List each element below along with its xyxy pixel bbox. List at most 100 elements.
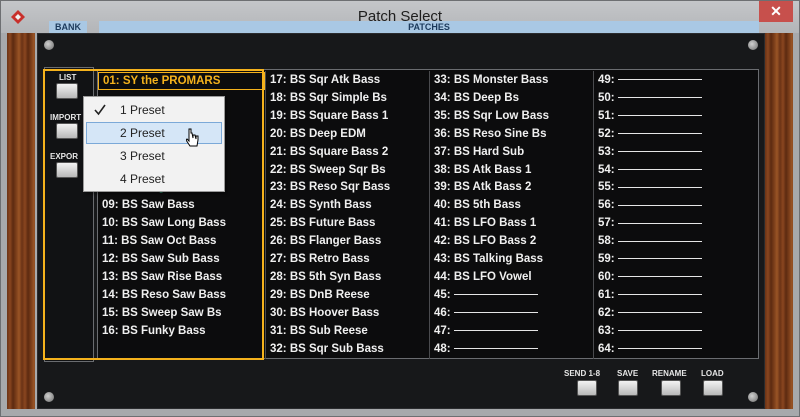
patch-slot[interactable]: 18: BS Sqr Simple Bs — [270, 90, 429, 108]
patch-slot[interactable]: 46: — [434, 305, 593, 323]
patch-slot[interactable]: 35: BS Sqr Low Bass — [434, 108, 593, 126]
patch-slot[interactable]: 29: BS DnB Reese — [270, 287, 429, 305]
patch-slot[interactable]: 50: — [598, 90, 758, 108]
patch-slot-label: 61: — [598, 288, 615, 301]
patch-slot-label: 49: — [598, 74, 615, 86]
patch-slot[interactable]: 30: BS Hoover Bass — [270, 305, 429, 323]
patch-slot-label: 55: — [598, 181, 615, 194]
patch-slot[interactable]: 62: — [598, 305, 758, 323]
patch-slot[interactable]: 23: BS Reso Sqr Bass — [270, 179, 429, 197]
empty-slot-line — [453, 294, 538, 296]
patch-slot[interactable]: 39: BS Atk Bass 2 — [434, 179, 593, 197]
patch-slot[interactable]: 44: BS LFO Vowel — [434, 269, 593, 287]
export-button[interactable] — [56, 162, 78, 178]
patch-slot[interactable]: 20: BS Deep EDM — [270, 126, 429, 144]
patch-slot[interactable]: 49: — [598, 72, 758, 90]
patch-slot[interactable]: 24: BS Synth Bass — [270, 197, 429, 215]
patch-slot[interactable]: 45: — [434, 287, 593, 305]
patch-slot[interactable]: 21: BS Square Bass 2 — [270, 144, 429, 162]
patch-slot[interactable]: 60: — [598, 269, 758, 287]
wood-panel-right — [765, 33, 793, 409]
patch-slot-label: 50: — [598, 91, 615, 104]
save-button[interactable] — [618, 380, 638, 396]
patch-slot[interactable]: 31: BS Sub Reese — [270, 323, 429, 341]
patch-slot[interactable]: 15: BS Sweep Saw Bs — [102, 305, 265, 323]
import-button[interactable] — [56, 123, 78, 139]
patch-slot[interactable]: 40: BS 5th Bass — [434, 197, 593, 215]
screw-icon — [748, 40, 758, 50]
patch-slot[interactable]: 16: BS Funky Bass — [102, 323, 265, 341]
patch-slot-label: 37: BS Hard Sub — [434, 145, 525, 158]
empty-slot-line — [617, 276, 702, 278]
menu-item-3-preset[interactable]: 3 Preset — [86, 145, 222, 167]
rename-label: RENAME — [652, 369, 687, 378]
patch-slot-label: 36: BS Reso Sine Bs — [434, 127, 547, 140]
patch-slot[interactable]: 17: BS Sqr Atk Bass — [270, 72, 429, 90]
patch-slot[interactable]: 53: — [598, 144, 758, 162]
patch-slot[interactable]: 56: — [598, 197, 758, 215]
menu-item-4-preset[interactable]: 4 Preset — [86, 168, 222, 190]
patch-slot-label: 52: — [598, 127, 615, 140]
menu-item-label: 1 Preset — [120, 103, 165, 117]
patch-slot[interactable]: 09: BS Saw Bass — [102, 197, 265, 215]
patch-slot[interactable]: 13: BS Saw Rise Bass — [102, 269, 265, 287]
patch-slot[interactable]: 22: BS Sweep Sqr Bs — [270, 162, 429, 180]
patch-slot-label: 35: BS Sqr Low Bass — [434, 109, 550, 122]
menu-item-2-preset[interactable]: 2 Preset — [86, 122, 222, 144]
patch-slot[interactable]: 41: BS LFO Bass 1 — [434, 215, 593, 233]
patch-slot[interactable]: 55: — [598, 179, 758, 197]
patch-slot[interactable]: 37: BS Hard Sub — [434, 144, 593, 162]
screw-icon — [44, 40, 54, 50]
patch-slot-label: 59: — [598, 253, 615, 265]
patch-slot[interactable]: 36: BS Reso Sine Bs — [434, 126, 593, 144]
patch-slot-label: 42: BS LFO Bass 2 — [434, 235, 537, 248]
patch-slot[interactable]: 42: BS LFO Bass 2 — [434, 233, 593, 251]
patch-slot[interactable]: 52: — [598, 126, 758, 144]
patch-slot[interactable]: 27: BS Retro Bass — [270, 251, 429, 269]
patch-slot[interactable]: 34: BS Deep Bs — [434, 90, 593, 108]
patch-slot-label: 18: BS Sqr Simple Bs — [270, 91, 387, 104]
patch-slot[interactable]: 59: — [598, 251, 758, 269]
patch-slot-label: 28: BS 5th Syn Bass — [270, 270, 382, 283]
empty-slot-line — [617, 312, 702, 314]
patch-slot[interactable]: 47: — [434, 323, 593, 341]
patch-slot[interactable]: 33: BS Monster Bass — [434, 72, 593, 90]
patch-slot-label: 40: BS 5th Bass — [434, 199, 521, 212]
patch-slot[interactable]: 48: — [434, 341, 593, 359]
patch-slot[interactable]: 58: — [598, 233, 758, 251]
patch-slot[interactable]: 26: BS Flanger Bass — [270, 233, 429, 251]
patch-slot-label: 29: BS DnB Reese — [270, 288, 370, 301]
load-button[interactable] — [703, 380, 723, 396]
patch-column-2: 17: BS Sqr Atk Bass 18: BS Sqr Simple Bs 1… — [266, 71, 430, 359]
empty-slot-line — [617, 133, 702, 135]
patch-slot[interactable]: 63: — [598, 323, 758, 341]
list-label: LIST — [59, 73, 77, 82]
menu-item-1-preset[interactable]: 1 Preset — [86, 99, 222, 121]
patch-slot[interactable]: 19: BS Square Bass 1 — [270, 108, 429, 126]
patch-slot[interactable]: 14: BS Reso Saw Bass — [102, 287, 265, 305]
rename-button[interactable] — [661, 380, 681, 396]
patch-slot-label: 47: — [434, 324, 451, 337]
patch-slot[interactable]: 43: BS Talking Bass — [434, 251, 593, 269]
patch-slot[interactable]: 57: — [598, 215, 758, 233]
patch-slot[interactable]: 64: — [598, 341, 758, 359]
patch-slot[interactable]: 01: SY the PROMARS — [98, 72, 265, 90]
send-1-8-button[interactable] — [577, 380, 597, 396]
patch-slot[interactable]: 32: BS Sqr Sub Bass — [270, 341, 429, 359]
patch-column-3: 33: BS Monster Bass 34: BS Deep Bs 35: BS … — [430, 71, 594, 359]
patch-slot-label: 39: BS Atk Bass 2 — [434, 181, 532, 194]
patch-slot[interactable]: 25: BS Future Bass — [270, 215, 429, 233]
list-button[interactable] — [56, 83, 78, 99]
patch-slot[interactable]: 51: — [598, 108, 758, 126]
patch-slot[interactable]: 11: BS Saw Oct Bass — [102, 233, 265, 251]
patch-slot[interactable]: 10: BS Saw Long Bass — [102, 215, 265, 233]
patch-slot-label: 43: BS Talking Bass — [434, 253, 544, 265]
patch-slot[interactable]: 54: — [598, 162, 758, 180]
patch-slot[interactable]: 28: BS 5th Syn Bass — [270, 269, 429, 287]
patch-slot[interactable]: 61: — [598, 287, 758, 305]
close-button[interactable]: ✕ — [759, 1, 793, 22]
patch-slot-label: 63: — [598, 324, 615, 337]
patch-slot[interactable]: 12: BS Saw Sub Bass — [102, 251, 265, 269]
patch-select-window: Patch Select ✕ BANK PATCHES LIST IMPORT … — [0, 0, 800, 417]
patch-slot[interactable]: 38: BS Atk Bass 1 — [434, 162, 593, 180]
